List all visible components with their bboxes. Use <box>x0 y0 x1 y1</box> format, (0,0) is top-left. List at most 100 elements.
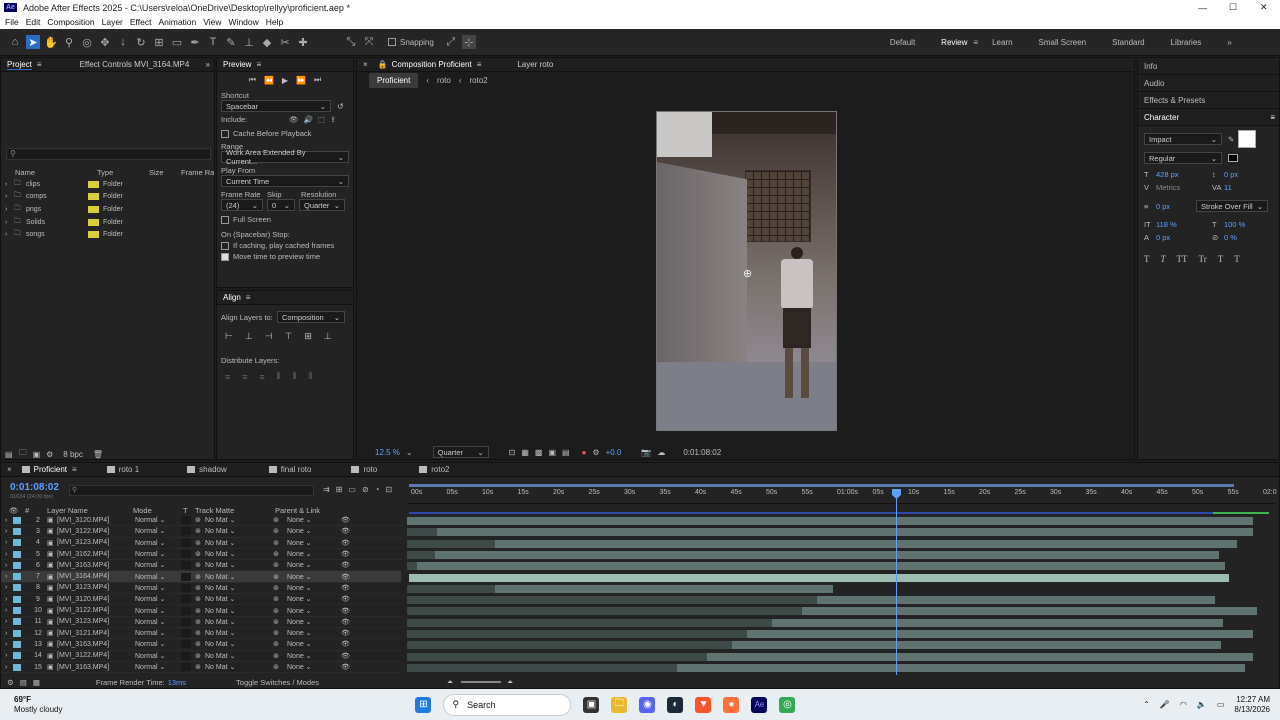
first-frame-icon[interactable]: ⏮ <box>249 75 256 85</box>
tab-layer[interactable]: Layer roto <box>517 60 553 69</box>
layer-name[interactable]: [MVI_3120.MP4] <box>57 517 135 524</box>
expand-icon[interactable]: › <box>5 607 13 614</box>
workspace-review[interactable]: Review <box>941 38 967 47</box>
parent-pickwhip-icon[interactable]: ⊚ <box>273 550 287 558</box>
track-matte-dropdown[interactable]: No Mat ⌄ <box>205 561 273 569</box>
rectangle-tool-icon[interactable]: ▭ <box>170 35 184 49</box>
expand-icon[interactable]: › <box>5 573 13 580</box>
zoom-value[interactable]: 12.5 % <box>375 448 400 457</box>
minimize-icon[interactable]: — <box>1198 3 1207 13</box>
track-matte-dropdown[interactable]: No Mat ⌄ <box>205 516 273 524</box>
distribute-vcenter-icon[interactable]: ≡ <box>242 372 247 382</box>
visibility-icon[interactable]: 👁 <box>341 629 351 637</box>
mode-dropdown[interactable]: Normal ⌄ <box>135 527 181 535</box>
visibility-icon[interactable]: 👁 <box>341 584 351 592</box>
tab-preview[interactable]: Preview <box>223 60 251 69</box>
new-folder-icon[interactable]: 🗀 <box>19 447 27 461</box>
exposure-icon[interactable]: ⚙ <box>592 448 599 457</box>
tray-chevron-icon[interactable]: ⌃ <box>1143 700 1150 709</box>
layer-name[interactable]: [MVI_3163.MP4] <box>57 664 135 671</box>
parent-dropdown[interactable]: None ⌄ <box>287 561 341 569</box>
col-framerate[interactable]: Frame Ra <box>181 168 214 177</box>
draft3d-icon[interactable]: ⊞ <box>336 485 343 494</box>
orbit-tool-icon[interactable]: ◎ <box>80 35 94 49</box>
type-tool-icon[interactable]: T <box>206 35 220 49</box>
track-matte-dropdown[interactable]: No Mat ⌄ <box>205 539 273 547</box>
parent-dropdown[interactable]: None ⌄ <box>287 607 341 615</box>
parent-pickwhip-icon[interactable]: ⊚ <box>273 595 287 603</box>
shy-icon[interactable]: ▭ <box>348 485 356 494</box>
region-icon[interactable]: ⊡ <box>509 448 516 457</box>
tab-roto2[interactable]: roto2 <box>431 465 449 474</box>
matte-link-icon[interactable]: ⊚ <box>195 629 205 637</box>
subscript-button[interactable]: T <box>1234 254 1240 264</box>
panel-menu-icon[interactable]: ≡ <box>1270 113 1275 122</box>
parent-dropdown[interactable]: None ⌄ <box>287 573 341 581</box>
col-size[interactable]: Size <box>149 168 181 177</box>
track-matte-dropdown[interactable]: No Mat ⌄ <box>205 550 273 558</box>
layer-name[interactable]: [MVI_3123.MP4] <box>57 618 135 625</box>
expand-icon[interactable]: › <box>5 630 13 637</box>
parent-pickwhip-icon[interactable]: ⊚ <box>273 652 287 660</box>
task-view-icon[interactable]: ▣ <box>583 696 600 713</box>
superscript-button[interactable]: T <box>1218 254 1224 264</box>
menu-layer[interactable]: Layer <box>102 17 123 27</box>
layer-name[interactable]: [MVI_3163.MP4] <box>57 641 135 648</box>
menu-help[interactable]: Help <box>266 17 283 27</box>
font-style-dropdown[interactable]: Regular ⌄ <box>1144 152 1222 164</box>
list-item[interactable]: › 🗀 comps Folder <box>5 191 215 204</box>
new-comp-icon[interactable]: ▣ <box>33 450 41 459</box>
font-size-value[interactable]: 428 px <box>1156 170 1212 179</box>
align-right-icon[interactable]: ⊣ <box>265 331 273 342</box>
motion-blur-icon[interactable]: ◔ <box>375 485 380 494</box>
expand-modes-icon[interactable]: ▦ <box>33 678 40 687</box>
expand-icon[interactable]: › <box>5 652 13 659</box>
font-family-dropdown[interactable]: Impact ⌄ <box>1144 133 1222 145</box>
distribute-top-icon[interactable]: ≡ <box>225 372 230 382</box>
tab-project[interactable]: Project <box>7 60 32 70</box>
track-matte-dropdown[interactable]: No Mat ⌄ <box>205 618 273 626</box>
tab-composition[interactable]: Composition Proficient <box>392 60 472 69</box>
expand-icon[interactable]: › <box>5 517 13 524</box>
playhead[interactable] <box>896 489 897 675</box>
layer-name[interactable]: [MVI_3122.MP4] <box>57 528 135 535</box>
move-time-checkbox[interactable] <box>221 253 229 262</box>
layer-bar[interactable] <box>495 539 1237 548</box>
col-track-matte[interactable]: Track Matte <box>195 506 275 515</box>
prev-frame-icon[interactable]: ⏪ <box>264 76 274 85</box>
file-explorer-icon[interactable]: 🗀 <box>611 696 628 713</box>
align-vcenter-icon[interactable]: ⊞ <box>304 331 312 342</box>
matte-link-icon[interactable]: ⊚ <box>195 561 205 569</box>
align-left-icon[interactable]: ⊢ <box>225 331 233 342</box>
layer-name[interactable]: [MVI_3122.MP4] <box>57 652 135 659</box>
expand-icon[interactable]: › <box>5 539 13 546</box>
align-bottom-icon[interactable]: ⊥ <box>324 331 332 342</box>
weather-temp[interactable]: 69°F <box>14 695 62 705</box>
weather-desc[interactable]: Mostly cloudy <box>14 705 62 715</box>
matte-link-icon[interactable]: ⊚ <box>195 539 205 547</box>
layer-bar[interactable] <box>409 573 1229 582</box>
table-row[interactable]: › 13 ▣ [MVI_3163.MP4] Normal ⌄ ⊚ No Mat ⌄ ⊚ None… <box>1 639 401 651</box>
panel-menu-icon[interactable]: ≡ <box>477 60 482 69</box>
label-color-swatch[interactable] <box>13 561 21 569</box>
wifi-icon[interactable]: ◠ <box>1180 700 1187 709</box>
zoom-out-icon[interactable]: ⏶ <box>447 677 453 687</box>
col-t[interactable]: T <box>183 506 195 515</box>
table-row[interactable]: › 12 ▣ [MVI_3121.MP4] Normal ⌄ ⊚ No Mat ⌄ ⊚ None… <box>1 628 401 640</box>
table-row[interactable]: › 15 ▣ [MVI_3163.MP4] Normal ⌄ ⊚ No Mat ⌄ ⊚ None… <box>1 662 401 674</box>
mode-dropdown[interactable]: Normal ⌄ <box>135 550 181 558</box>
menu-file[interactable]: File <box>5 17 19 27</box>
label-color-swatch[interactable] <box>13 550 21 558</box>
parent-dropdown[interactable]: None ⌄ <box>287 640 341 648</box>
matte-link-icon[interactable]: ⊚ <box>195 550 205 558</box>
settings-icon[interactable]: ⚙ <box>46 450 53 459</box>
preserve-transparency[interactable] <box>181 663 191 671</box>
comp-flowchart-icon[interactable]: ⇉ <box>323 485 330 494</box>
parent-dropdown[interactable]: None ⌄ <box>287 516 341 524</box>
mode-dropdown[interactable]: Normal ⌄ <box>135 629 181 637</box>
label-color-swatch[interactable] <box>13 607 21 615</box>
hscale-value[interactable]: 100 % <box>1224 220 1245 229</box>
preserve-transparency[interactable] <box>181 606 191 615</box>
track-matte-dropdown[interactable]: No Mat ⌄ <box>205 652 273 660</box>
preserve-transparency[interactable] <box>181 572 191 581</box>
